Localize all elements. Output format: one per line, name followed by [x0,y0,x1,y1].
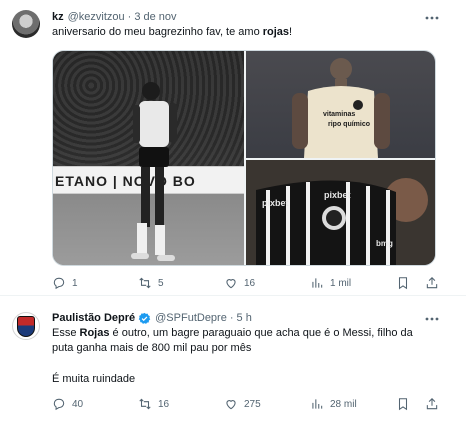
photo-player-walking[interactable]: ETANO | NOVO BO [53,51,244,265]
bookmark-icon [398,277,408,290]
reply-button[interactable]: 1 [52,275,78,291]
jersey-sponsor-text: vitaminas [323,111,356,118]
reply-count: 40 [72,398,84,410]
tweet-text: Esse Rojas é outro, um bagre paraguaio q… [52,326,448,356]
reply-button[interactable]: 40 [52,396,83,412]
tweet-text-part: Esse [52,327,80,339]
tweet-text-line: Esse Rojas é outro, um bagre paraguaio q… [52,326,448,341]
reply-icon [53,277,65,290]
share-button[interactable] [425,396,439,412]
tweet-text-highlight: rojas [262,26,290,38]
share-icon [426,277,438,289]
author-handle[interactable]: @SPFutDepre [155,311,227,325]
like-button[interactable]: 16 [224,275,255,291]
retweet-button[interactable]: 5 [138,275,164,291]
view-count: 28 mil [330,398,357,410]
timestamp[interactable]: 3 de nov [134,10,176,24]
timeline: kz @kezvitzou · 3 de nov aniversario do … [0,0,466,424]
separator: · [229,312,234,324]
view-count: 1 mil [330,277,352,289]
tweet-text-highlight: Rojas [79,327,110,339]
tweet-text-line: puta ganha mais de 800 mil pau por mês [52,342,252,354]
like-count: 275 [244,398,261,410]
avatar[interactable] [12,10,40,38]
action-bar: 1 5 16 1 mil [52,275,448,291]
retweet-icon [139,277,151,289]
retweet-icon [139,398,151,410]
player-figure [292,58,390,158]
tweet-text-line: É muita ruindade [52,373,136,385]
jersey-sponsor-text: pixbet [324,190,351,200]
reply-icon [53,398,65,411]
retweet-count: 5 [158,277,164,289]
verified-badge-icon [138,312,151,325]
jersey-figure [246,160,435,265]
tweet-text-part: aniversario do meu bagrezinho fav, te am… [52,26,263,38]
views-button[interactable]: 1 mil [310,275,351,291]
tweet-text-part: é outro, um bagre paraguaio que acha que… [109,327,413,339]
separator: · [127,11,132,23]
club-crest-icon [17,315,35,337]
more-horizontal-icon[interactable] [424,11,440,25]
like-count: 16 [244,277,256,289]
heart-icon [226,400,236,410]
jersey-sponsor-text: ripo químico [328,121,370,128]
retweet-button[interactable]: 16 [138,396,169,412]
tweet-text: aniversario do meu bagrezinho fav, te am… [52,25,448,40]
share-icon [426,398,438,410]
reply-count: 1 [72,277,78,289]
timestamp[interactable]: 5 h [237,311,252,325]
avatar[interactable] [12,312,40,340]
jersey-sponsor-text: pixbet [262,198,289,208]
tweet-header: kz @kezvitzou · 3 de nov [52,10,177,24]
retweet-count: 16 [158,398,170,410]
share-button[interactable] [425,275,439,291]
bookmark-button[interactable] [396,396,410,412]
views-button[interactable]: 28 mil [310,396,357,412]
tweet-header: Paulistão Depré @SPFutDepre · 5 h [52,311,252,325]
photo-player-cream-jersey[interactable]: vitaminas ripo químico [246,51,435,158]
photo-striped-jersey[interactable]: pixbet pixbet bmg [246,160,435,265]
author-name[interactable]: Paulistão Depré [52,311,135,325]
views-icon [312,399,323,409]
like-button[interactable]: 275 [224,396,261,412]
heart-icon [226,279,236,289]
tweet[interactable]: kz @kezvitzou · 3 de nov aniversario do … [0,0,466,295]
bookmark-button[interactable] [396,275,410,291]
tweet-text-part: ! [289,26,293,38]
action-bar: 40 16 275 28 mil [52,396,448,412]
media-grid[interactable]: ETANO | NOVO BO vitaminas ripo químico p… [52,50,436,266]
author-name[interactable]: kz [52,10,64,24]
jersey-sponsor-text: bmg [376,239,393,248]
bookmark-icon [398,398,408,411]
more-horizontal-icon[interactable] [424,312,440,326]
player-figure [131,82,177,261]
views-icon [312,278,323,288]
author-handle[interactable]: @kezvitzou [68,10,125,24]
